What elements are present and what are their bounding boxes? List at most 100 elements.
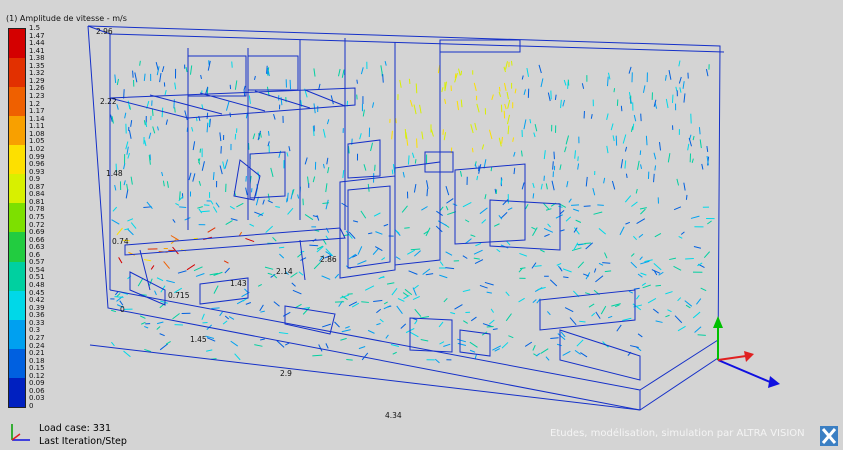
velocity-vector <box>373 212 381 217</box>
velocity-vector <box>396 305 403 314</box>
velocity-vector <box>469 349 476 353</box>
iteration-label: Last Iteration/Step <box>39 436 127 447</box>
velocity-vector <box>192 173 196 182</box>
velocity-vector <box>177 270 187 274</box>
velocity-vector <box>456 100 460 111</box>
velocity-vector <box>604 252 608 259</box>
velocity-vector <box>201 313 205 320</box>
velocity-vector <box>680 231 685 235</box>
velocity-vector <box>579 320 586 323</box>
velocity-vector <box>224 267 230 274</box>
velocity-vector <box>638 233 644 238</box>
velocity-vector <box>505 291 510 297</box>
svg-text:1.43: 1.43 <box>230 279 247 288</box>
velocity-vector <box>588 303 595 308</box>
velocity-vector <box>134 72 138 83</box>
velocity-vector <box>610 123 614 131</box>
velocity-vector <box>538 64 542 74</box>
velocity-vector <box>498 91 502 97</box>
velocity-vector <box>342 170 345 179</box>
velocity-vector <box>395 256 401 260</box>
velocity-vector <box>253 75 256 80</box>
velocity-vector <box>484 281 494 286</box>
velocity-vector <box>470 234 476 238</box>
velocity-vector <box>443 343 451 348</box>
velocity-vector <box>346 359 353 361</box>
velocity-vector <box>560 99 562 109</box>
velocity-vector <box>673 265 682 271</box>
velocity-vector <box>545 356 550 361</box>
velocity-vector <box>683 182 686 191</box>
velocity-vector <box>206 112 209 119</box>
velocity-vector <box>213 285 219 294</box>
velocity-vector <box>304 157 308 165</box>
velocity-vector <box>620 159 624 169</box>
velocity-vector <box>206 122 209 133</box>
velocity-vector <box>347 146 350 154</box>
svg-text:2.86: 2.86 <box>320 255 337 264</box>
velocity-vector <box>312 354 323 357</box>
velocity-vector <box>236 202 244 208</box>
velocity-vector <box>189 65 193 75</box>
velocity-vector <box>278 332 289 335</box>
velocity-vector <box>360 67 364 75</box>
velocity-vector <box>206 349 213 352</box>
velocity-vector <box>491 94 494 101</box>
velocity-vector <box>381 257 386 261</box>
velocity-vector <box>118 257 123 264</box>
velocity-vector <box>414 320 418 325</box>
velocity-vector <box>144 326 149 329</box>
velocity-vector <box>507 99 511 109</box>
axis-orientation-icon <box>11 424 30 441</box>
velocity-vector <box>551 180 555 191</box>
velocity-vector <box>559 164 562 170</box>
velocity-vector <box>421 131 424 140</box>
velocity-vector <box>111 341 115 347</box>
velocity-vector <box>413 284 419 290</box>
velocity-vector <box>667 309 672 313</box>
velocity-vector <box>345 326 350 329</box>
velocity-vector <box>304 214 314 221</box>
velocity-vector <box>519 252 528 257</box>
velocity-vector <box>457 342 467 346</box>
velocity-vector <box>685 304 691 309</box>
velocity-vector <box>419 104 422 114</box>
velocity-vector <box>544 233 550 237</box>
velocity-vector <box>318 344 323 352</box>
velocity-vector <box>156 326 161 330</box>
velocity-vector <box>406 139 409 146</box>
velocity-vector <box>222 320 228 325</box>
velocity-vector <box>192 141 196 151</box>
velocity-vector <box>484 194 487 200</box>
velocity-vector <box>356 79 358 84</box>
velocity-vector <box>198 180 202 186</box>
velocity-vector <box>371 102 375 108</box>
svg-text:4.34: 4.34 <box>385 411 402 420</box>
velocity-vector <box>603 177 606 184</box>
velocity-vector <box>534 265 542 267</box>
velocity-vector <box>166 280 175 284</box>
cfd-3d-viewport[interactable]: 2.96 2.22 1.48 0.74 0 0.715 1.43 2.14 2.… <box>0 0 843 450</box>
velocity-vector <box>576 339 584 347</box>
velocity-vector <box>540 183 543 190</box>
velocity-vector <box>504 103 507 110</box>
velocity-vector <box>565 216 572 222</box>
velocity-vector <box>425 273 434 276</box>
velocity-vector <box>690 215 700 219</box>
velocity-vector <box>532 193 535 199</box>
velocity-vector <box>298 271 304 276</box>
velocity-vector <box>550 337 559 340</box>
velocity-vector <box>219 132 222 142</box>
velocity-vector <box>230 218 238 221</box>
velocity-vector <box>545 183 548 190</box>
velocity-vector <box>267 130 270 136</box>
velocity-vector <box>536 353 541 357</box>
velocity-vector <box>391 130 393 140</box>
velocity-vector <box>524 341 533 347</box>
velocity-vector <box>460 99 463 108</box>
velocity-vector <box>674 315 683 324</box>
velocity-vector <box>573 208 580 212</box>
velocity-vector <box>408 270 418 275</box>
velocity-vector <box>620 105 623 112</box>
velocity-vector <box>498 137 502 147</box>
